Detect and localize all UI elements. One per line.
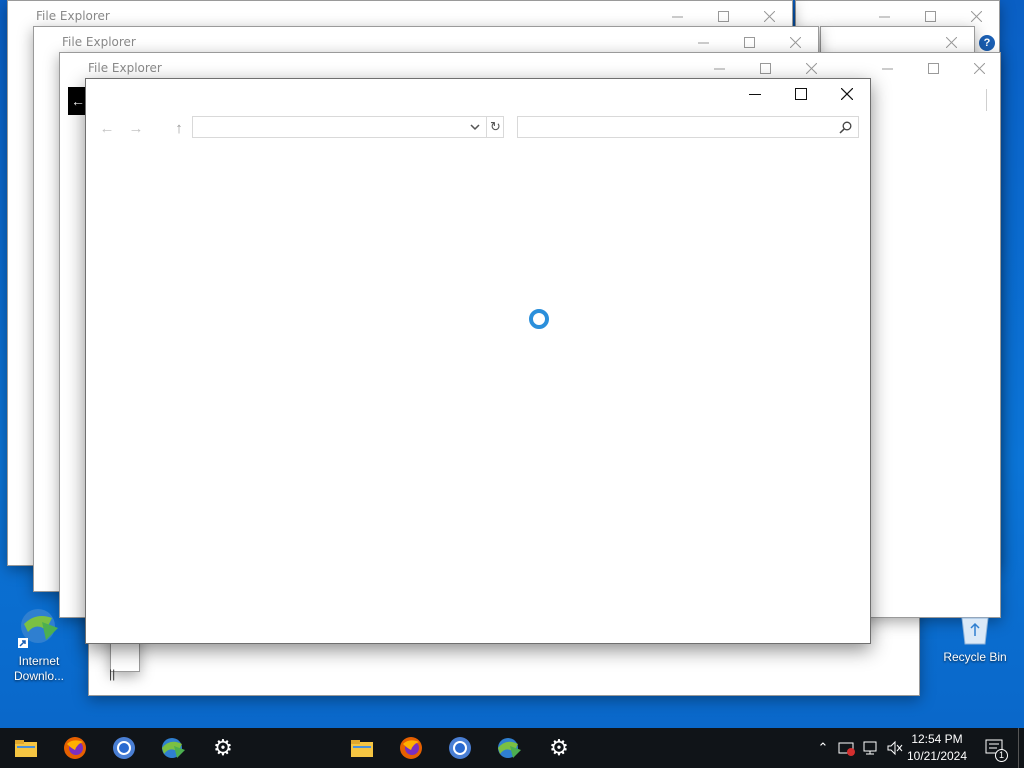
taskbar: ⚙ ⚙ ⌃ 12:54 PM 10/21/2024 1	[0, 728, 1024, 768]
loading-spinner-icon	[529, 309, 549, 329]
maximize-button[interactable]	[778, 79, 824, 109]
chrome-icon[interactable]	[104, 732, 144, 764]
settings-gear-icon[interactable]: ⚙	[203, 732, 243, 764]
window-controls	[732, 79, 870, 109]
window-title: File Explorer	[88, 61, 162, 75]
file-explorer-icon[interactable]	[342, 732, 382, 764]
search-icon	[839, 121, 852, 134]
window-title: File Explorer	[62, 35, 136, 49]
forward-arrow-icon[interactable]: →	[125, 117, 147, 139]
show-desktop-button[interactable]	[1018, 728, 1024, 768]
desktop-icon-recycle-bin[interactable]: Recycle Bin	[940, 616, 1010, 665]
desktop-icon-label-line1: Internet	[18, 654, 60, 668]
address-bar[interactable]	[192, 116, 504, 138]
chrome-icon[interactable]	[440, 732, 480, 764]
notification-center-icon[interactable]: 1	[980, 728, 1010, 768]
security-icon[interactable]	[836, 728, 858, 768]
settings-gear-icon[interactable]: ⚙	[539, 732, 579, 764]
back-arrow-icon[interactable]: ←	[96, 117, 118, 139]
internet-download-manager-icon[interactable]	[153, 732, 193, 764]
window-title: File Explorer	[36, 9, 110, 23]
minimize-button[interactable]	[732, 79, 778, 109]
help-icon[interactable]: ?	[979, 35, 995, 51]
chevron-down-icon[interactable]	[469, 121, 481, 133]
clock-date: 10/21/2024	[906, 749, 968, 763]
firefox-icon[interactable]	[55, 732, 95, 764]
file-explorer-icon[interactable]	[6, 732, 46, 764]
up-arrow-icon[interactable]: ↑	[168, 117, 190, 139]
refresh-icon[interactable]: ↻	[486, 116, 504, 138]
pin-icon: ||	[109, 667, 116, 681]
firefox-icon[interactable]	[391, 732, 431, 764]
internet-download-manager-icon	[16, 604, 62, 650]
chevron-up-icon[interactable]: ⌃	[814, 728, 832, 768]
maximize-button[interactable]	[910, 53, 956, 83]
recycle-bin-icon	[952, 616, 998, 646]
desktop-icon-label-line1: Recycle Bin	[943, 650, 1007, 664]
open-file-dialog: ← → ↑ ↻	[85, 78, 871, 644]
network-icon[interactable]	[860, 728, 882, 768]
clock-time: 12:54 PM	[911, 732, 963, 746]
window-controls	[864, 53, 1002, 83]
internet-download-manager-icon[interactable]	[489, 732, 529, 764]
desktop-icon-internet-download-manager[interactable]: Internet Downlo...	[4, 604, 74, 684]
close-button[interactable]	[956, 53, 1002, 83]
search-box-edge	[986, 89, 988, 111]
search-input[interactable]	[517, 116, 859, 138]
notification-count: 1	[995, 749, 1008, 762]
close-button[interactable]	[824, 79, 870, 109]
navigation-bar: ← → ↑ ↻	[86, 115, 870, 139]
system-clock[interactable]: 12:54 PM 10/21/2024	[902, 731, 972, 765]
desktop-icon-label-line2: Downlo...	[13, 669, 65, 683]
